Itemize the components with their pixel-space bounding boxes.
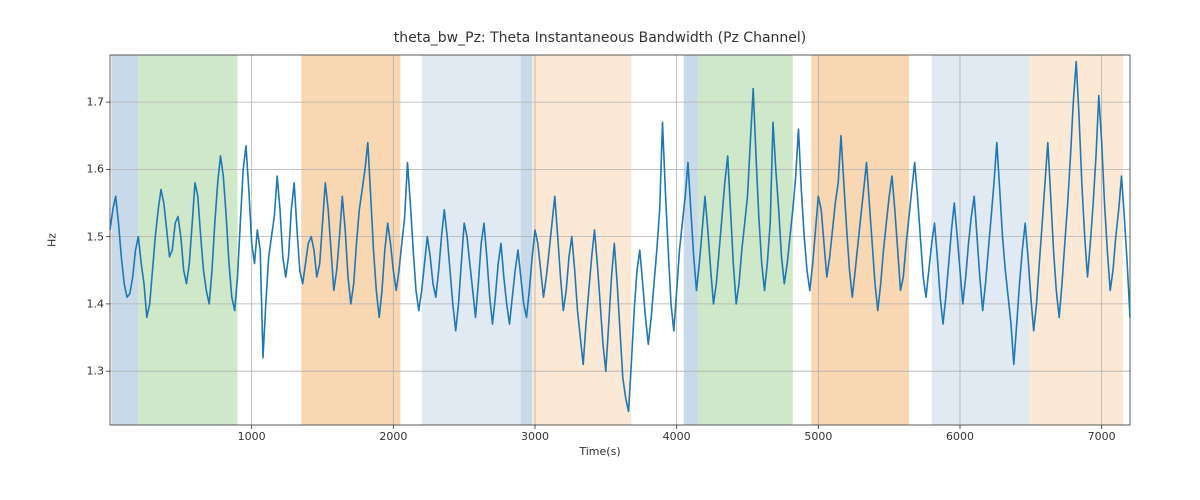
plot-svg	[110, 55, 1130, 425]
x-tick-label: 5000	[804, 430, 832, 443]
y-tick-label: 1.3	[64, 365, 104, 378]
plot-area	[110, 55, 1130, 425]
x-axis-label: Time(s)	[0, 445, 1200, 458]
figure: theta_bw_Pz: Theta Instantaneous Bandwid…	[0, 0, 1200, 500]
x-tick-label: 7000	[1088, 430, 1116, 443]
y-axis-label: Hz	[46, 233, 59, 247]
y-tick-label: 1.6	[64, 163, 104, 176]
y-tick-label: 1.7	[64, 96, 104, 109]
y-tick-label: 1.4	[64, 297, 104, 310]
chart-title: theta_bw_Pz: Theta Instantaneous Bandwid…	[0, 30, 1200, 46]
x-tick-label: 3000	[521, 430, 549, 443]
x-tick-label: 1000	[238, 430, 266, 443]
x-tick-label: 2000	[379, 430, 407, 443]
x-tick-label: 6000	[946, 430, 974, 443]
x-tick-label: 4000	[663, 430, 691, 443]
y-tick-label: 1.5	[64, 230, 104, 243]
